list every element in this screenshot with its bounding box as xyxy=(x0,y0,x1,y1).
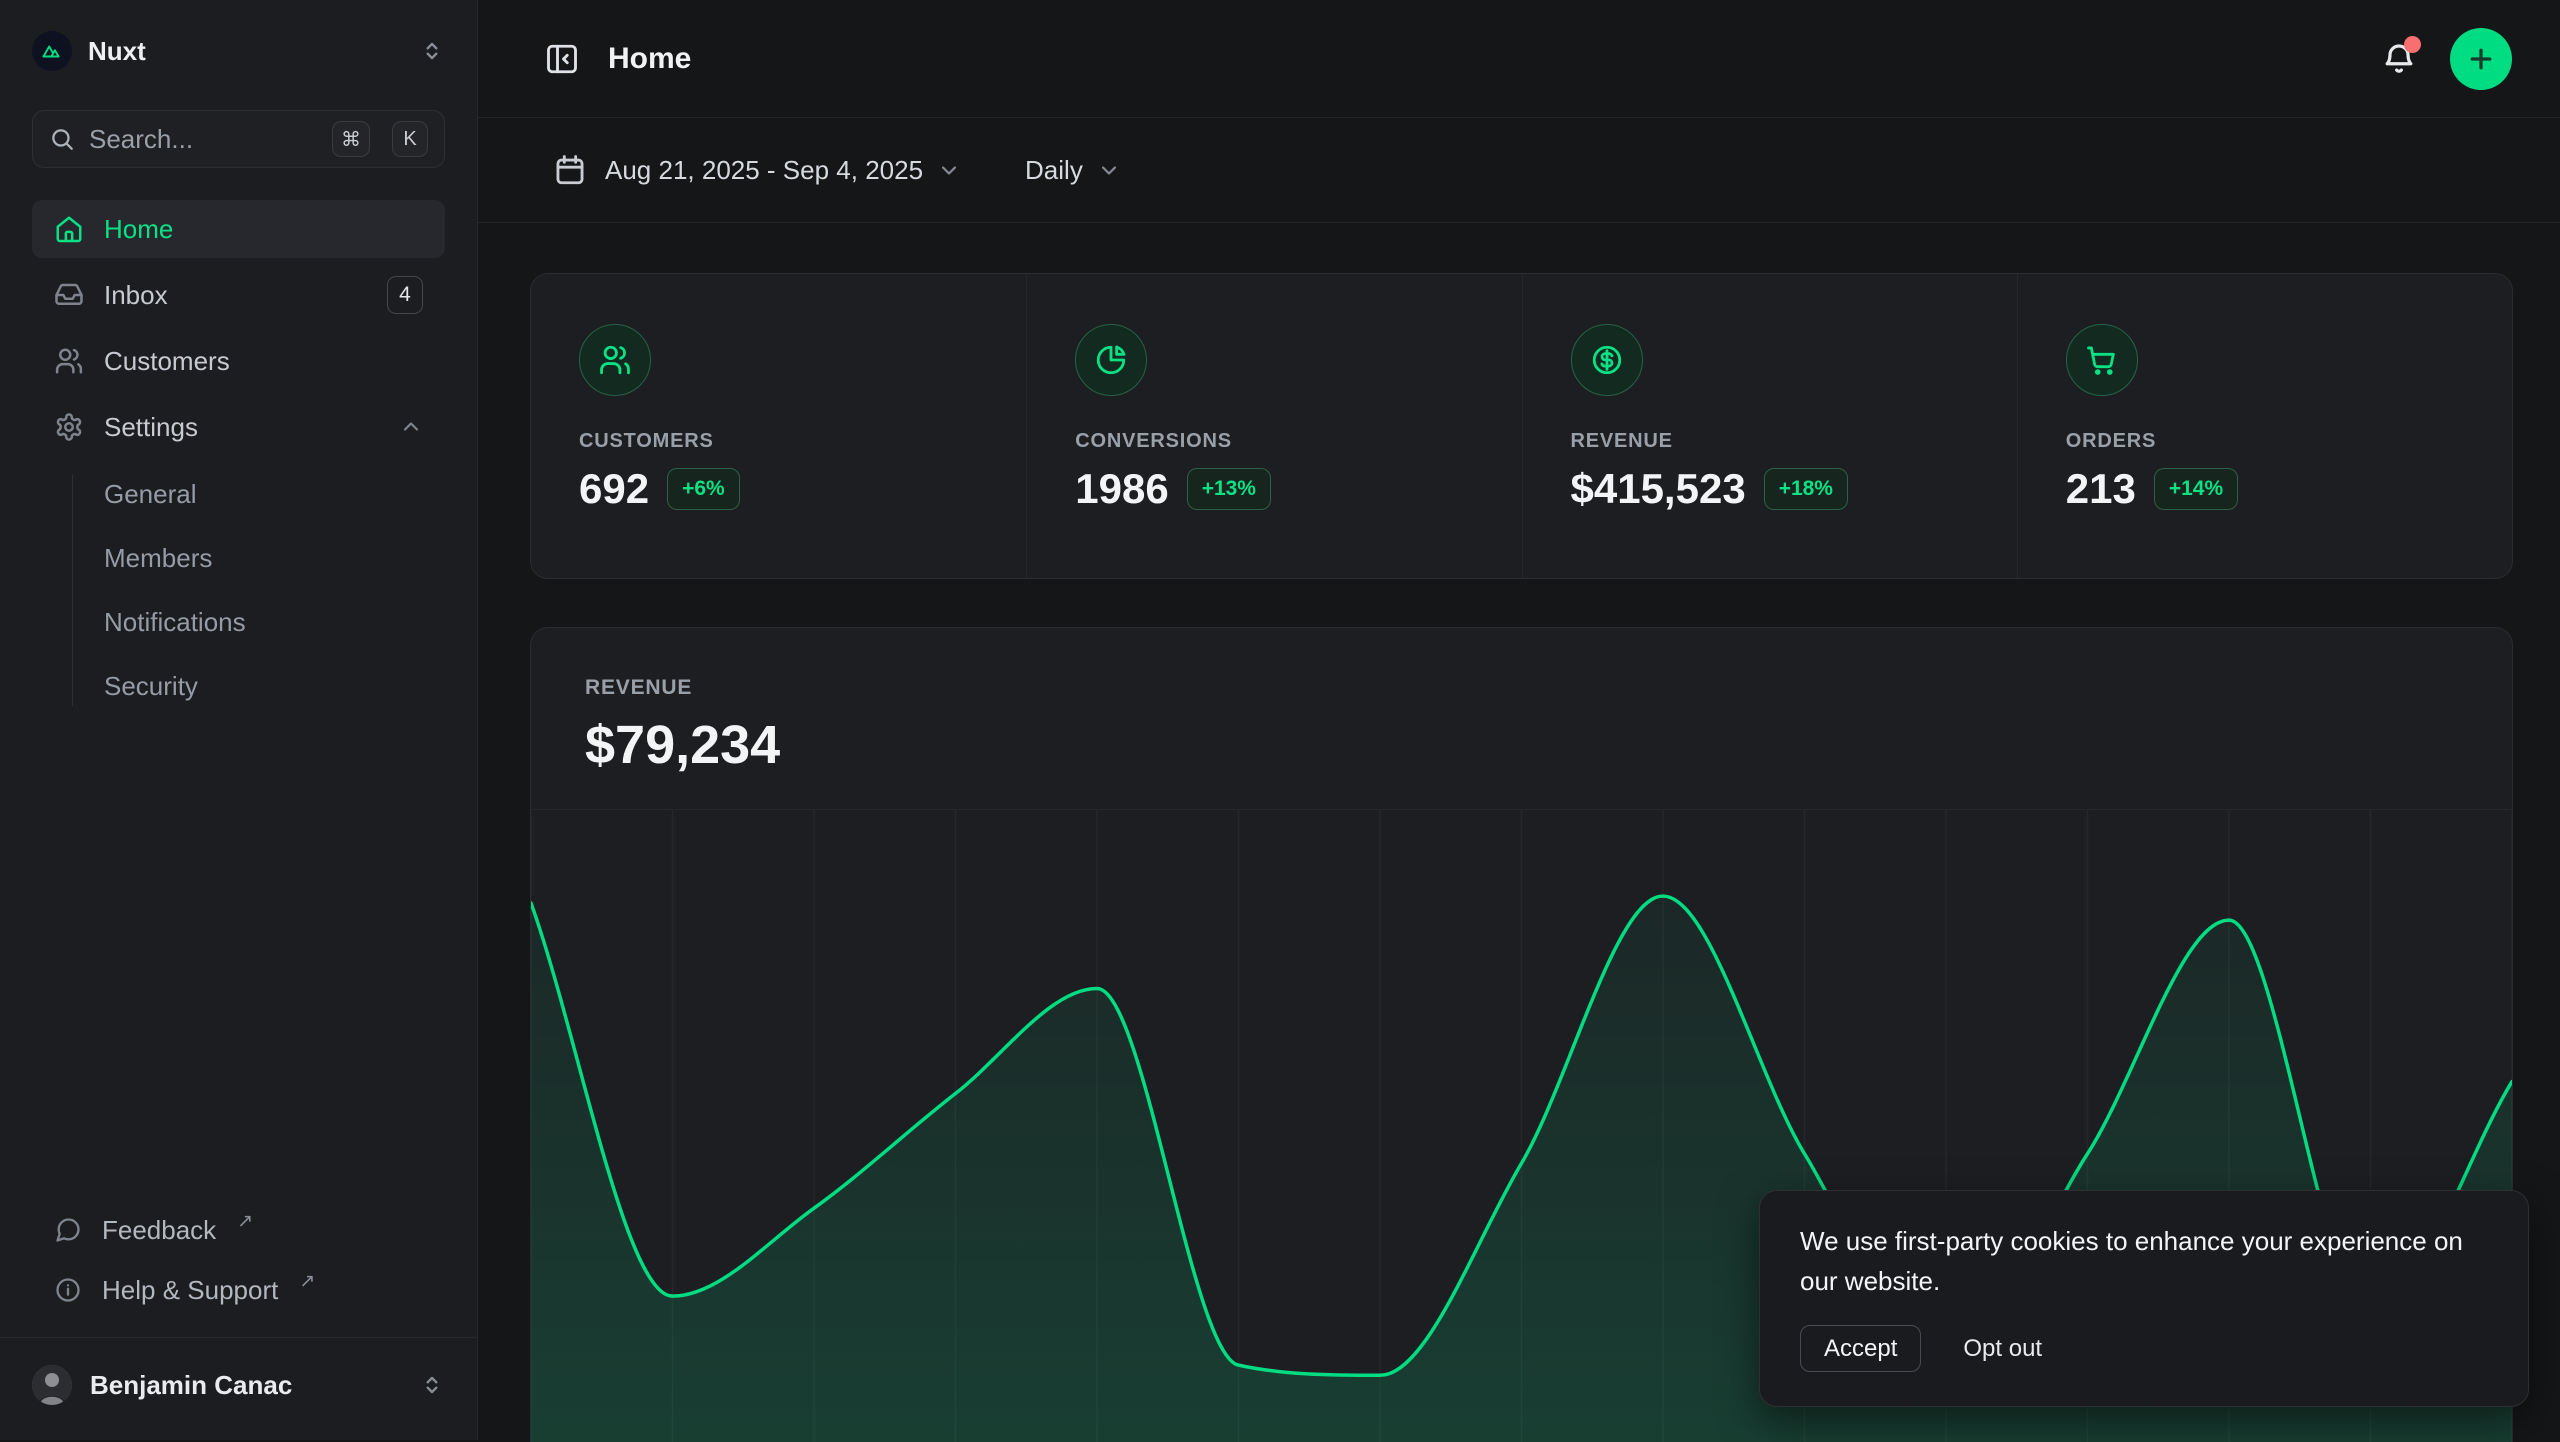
sidebar-item-security[interactable]: Security xyxy=(32,658,445,714)
notification-dot xyxy=(2404,36,2421,53)
shopping-cart-icon xyxy=(2066,324,2138,396)
sidebar-item-general[interactable]: General xyxy=(32,466,445,522)
sidebar-item-settings[interactable]: Settings xyxy=(32,398,445,456)
stat-delta-badge: +18% xyxy=(1764,468,1848,510)
sidebar-item-members[interactable]: Members xyxy=(32,530,445,586)
settings-submenu: General Members Notifications Security xyxy=(32,466,445,714)
gear-icon xyxy=(54,412,84,442)
user-name: Benjamin Canac xyxy=(90,1370,401,1401)
add-button[interactable] xyxy=(2450,28,2512,90)
nuxt-logo-icon xyxy=(32,31,72,71)
search-icon xyxy=(49,126,75,152)
sidebar-item-notifications[interactable]: Notifications xyxy=(32,594,445,650)
search-placeholder: Search... xyxy=(89,124,318,155)
chevron-up-down-icon xyxy=(419,38,445,64)
external-link-icon: ↗ xyxy=(299,1270,315,1293)
stat-value: 1986 xyxy=(1075,465,1168,513)
home-icon xyxy=(54,214,84,244)
inbox-count-badge: 4 xyxy=(387,276,423,314)
granularity-select[interactable]: Daily xyxy=(1025,155,1121,186)
sidebar-item-home[interactable]: Home xyxy=(32,200,445,258)
kbd-k: K xyxy=(392,121,428,157)
granularity-value: Daily xyxy=(1025,155,1083,186)
stat-value: 692 xyxy=(579,465,649,513)
help-support-link[interactable]: Help & Support ↗ xyxy=(32,1263,445,1317)
date-range-picker[interactable]: Aug 21, 2025 - Sep 4, 2025 xyxy=(553,153,961,187)
stats-row: CUSTOMERS 692 +6% CONVERSIONS 1986 +13% xyxy=(530,273,2513,579)
page-title: Home xyxy=(608,42,2380,76)
date-range-value: Aug 21, 2025 - Sep 4, 2025 xyxy=(605,155,923,186)
sidebar-item-label: Inbox xyxy=(104,280,168,311)
stat-delta-badge: +6% xyxy=(667,468,740,510)
stat-value: 213 xyxy=(2066,465,2136,513)
chevron-down-icon xyxy=(937,158,961,182)
stat-revenue[interactable]: REVENUE $415,523 +18% xyxy=(1522,274,2017,578)
avatar xyxy=(32,1365,72,1405)
circle-dollar-icon xyxy=(1571,324,1643,396)
notifications-bell-icon[interactable] xyxy=(2380,40,2418,78)
cookie-optout-button[interactable]: Opt out xyxy=(1963,1335,2042,1363)
chevron-up-icon xyxy=(399,415,423,439)
external-link-icon: ↗ xyxy=(237,1210,253,1233)
pie-chart-icon xyxy=(1075,324,1147,396)
revenue-chart-label: REVENUE xyxy=(585,674,2458,702)
stat-label: CONVERSIONS xyxy=(1075,430,1491,453)
stat-conversions[interactable]: CONVERSIONS 1986 +13% xyxy=(1026,274,1521,578)
sidebar-item-customers[interactable]: Customers xyxy=(32,332,445,390)
calendar-icon xyxy=(553,153,587,187)
stat-label: ORDERS xyxy=(2066,430,2482,453)
team-switcher[interactable]: Nuxt xyxy=(32,22,445,80)
stat-customers[interactable]: CUSTOMERS 692 +6% xyxy=(531,274,1026,578)
feedback-label: Feedback xyxy=(102,1215,216,1246)
message-circle-icon xyxy=(54,1216,82,1244)
users-icon xyxy=(579,324,651,396)
info-icon xyxy=(54,1276,82,1304)
cookie-banner: We use first-party cookies to enhance yo… xyxy=(1759,1190,2529,1407)
help-support-label: Help & Support xyxy=(102,1275,278,1306)
stat-orders[interactable]: ORDERS 213 +14% xyxy=(2017,274,2512,578)
sidebar-spacer xyxy=(32,714,445,1203)
chevron-up-down-icon xyxy=(419,1372,445,1398)
filters-toolbar: Aug 21, 2025 - Sep 4, 2025 Daily xyxy=(478,118,2560,223)
inbox-icon xyxy=(54,280,84,310)
sidebar-item-label: Home xyxy=(104,214,173,245)
sidebar-item-label: Customers xyxy=(104,346,230,377)
sidebar-collapse-icon[interactable] xyxy=(544,41,580,77)
kbd-cmd: ⌘ xyxy=(332,121,370,157)
sidebar-footer-links: Feedback ↗ Help & Support ↗ xyxy=(32,1203,445,1317)
stat-delta-badge: +13% xyxy=(1187,468,1271,510)
sidebar: Nuxt Search... ⌘ K Home xyxy=(0,0,478,1440)
user-menu[interactable]: Benjamin Canac xyxy=(32,1356,445,1414)
users-icon xyxy=(54,346,84,376)
stat-label: REVENUE xyxy=(1571,430,1987,453)
team-name: Nuxt xyxy=(88,36,403,67)
feedback-link[interactable]: Feedback ↗ xyxy=(32,1203,445,1257)
cookie-message: We use first-party cookies to enhance yo… xyxy=(1800,1221,2488,1301)
stat-value: $415,523 xyxy=(1571,465,1746,513)
page-header: Home xyxy=(478,0,2560,118)
main-area: Home Aug 21, 2025 - Sep 4, 2025 xyxy=(478,0,2560,1440)
sidebar-nav: Home Inbox 4 Customers xyxy=(32,200,445,714)
sidebar-item-label: Settings xyxy=(104,412,198,443)
sidebar-item-inbox[interactable]: Inbox 4 xyxy=(32,266,445,324)
sidebar-divider xyxy=(0,1337,477,1338)
cookie-accept-button[interactable]: Accept xyxy=(1800,1325,1921,1372)
stat-delta-badge: +14% xyxy=(2154,468,2238,510)
chevron-down-icon xyxy=(1097,158,1121,182)
revenue-chart-value: $79,234 xyxy=(585,714,2458,776)
search-input[interactable]: Search... ⌘ K xyxy=(32,110,445,168)
stat-label: CUSTOMERS xyxy=(579,430,996,453)
